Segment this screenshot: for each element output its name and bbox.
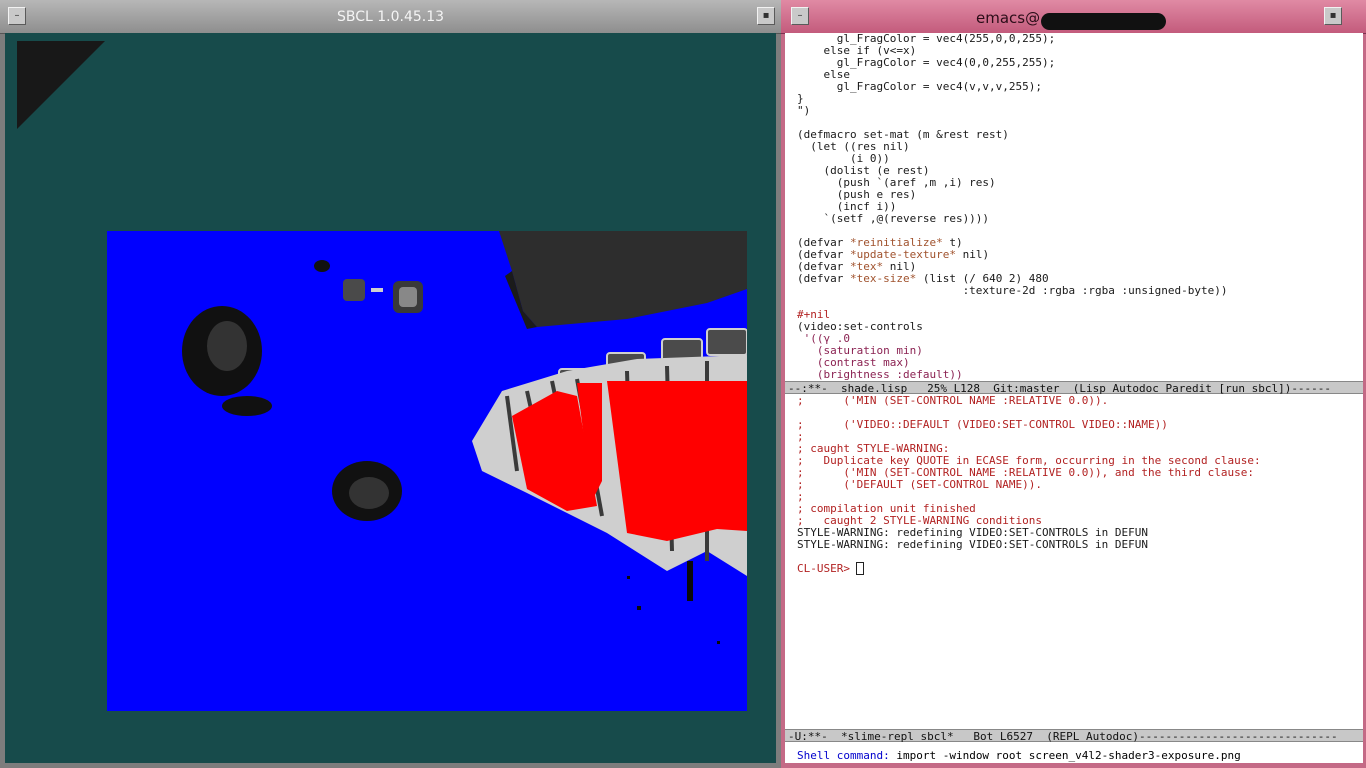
code-line: `(setf ,@(reverse res)))) (797, 212, 990, 225)
code-line: ") (797, 104, 811, 117)
redacted-hostname (1041, 13, 1166, 30)
minibuffer[interactable]: Shell command: import -window root scree… (785, 749, 1363, 763)
code-line: ; ('MIN (SET-CONTROL NAME :RELATIVE 0.0)… (797, 395, 1109, 407)
repl-output: ; ('MIN (SET-CONTROL NAME :RELATIVE 0.0)… (785, 395, 1363, 563)
maximize-button[interactable]: ▪ (1324, 7, 1342, 25)
sbcl-window: – SBCL 1.0.45.13 ▪ (0, 0, 781, 768)
window-title: SBCL 1.0.45.13 (336, 9, 445, 25)
emacs-window: – emacs@ ▪ gl_FragColor = vec4(255,0,0,2… (781, 0, 1366, 768)
repl-pane[interactable]: ; ('MIN (SET-CONTROL NAME :RELATIVE 0.0)… (785, 395, 1363, 729)
sbcl-titlebar[interactable]: – SBCL 1.0.45.13 ▪ (0, 0, 781, 34)
repl-input-line[interactable]: CL-USER> (785, 562, 1363, 575)
bottom-modeline[interactable]: -U:**- *slime-repl sbcl* Bot L6527 (REPL… (785, 729, 1363, 743)
code-line: :texture-2d :rgba :rgba :unsigned-byte)) (797, 284, 1228, 297)
video-texture (107, 231, 747, 711)
triangle-shape (17, 41, 105, 129)
code-line: (brightness :default)) (797, 368, 963, 381)
window-title: emacs@ (976, 9, 1041, 27)
window-menu-button[interactable]: – (791, 7, 809, 25)
editor-pane-shade-lisp[interactable]: gl_FragColor = vec4(255,0,0,255); else i… (785, 33, 1363, 381)
text-cursor (855, 562, 864, 575)
repl-prompt: CL-USER> (797, 562, 857, 575)
emacs-titlebar[interactable]: – emacs@ ▪ (781, 0, 1366, 34)
code-line: STYLE-WARNING: redefining VIDEO:SET-CONT… (797, 538, 1148, 551)
code-line: gl_FragColor = vec4(v,v,v,255); (797, 80, 1043, 93)
code-line: ; ('VIDEO::DEFAULT (VIDEO:SET-CONTROL VI… (797, 418, 1168, 431)
code-buffer[interactable]: gl_FragColor = vec4(255,0,0,255); else i… (785, 33, 1363, 381)
minibuffer-input[interactable]: import -window root screen_v4l2-shader3-… (896, 749, 1240, 762)
minibuffer-prompt: Shell command: (797, 749, 897, 762)
gl-canvas[interactable] (5, 33, 776, 763)
emacs-frame: gl_FragColor = vec4(255,0,0,255); else i… (785, 33, 1363, 763)
code-line: ; ('DEFAULT (SET-CONTROL NAME)). (797, 478, 1043, 491)
maximize-button[interactable]: ▪ (757, 7, 775, 25)
top-modeline[interactable]: --:**- shade.lisp 25% L128 Git:master (L… (785, 381, 1363, 395)
